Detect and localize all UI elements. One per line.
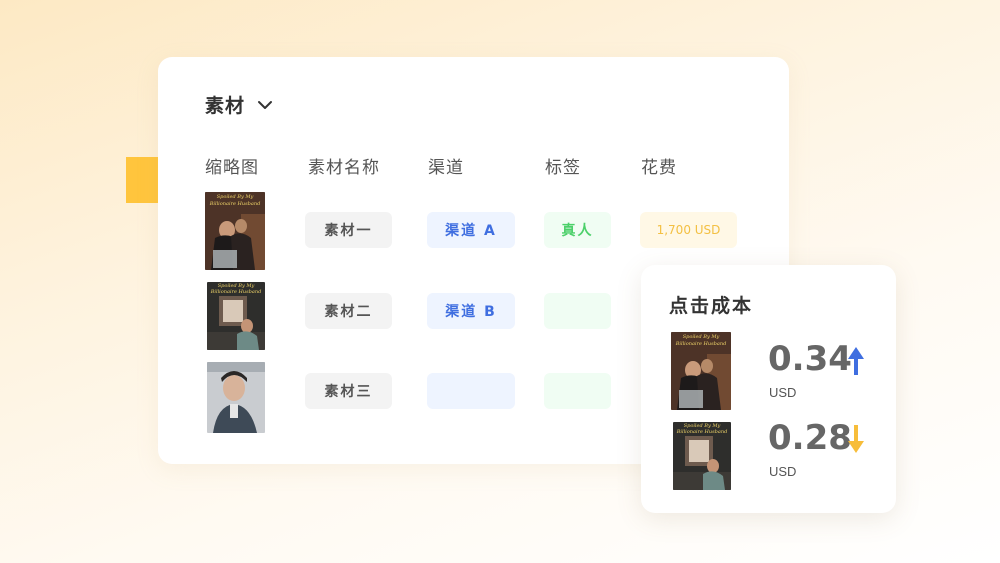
cost-unit: USD (769, 385, 797, 400)
channel-pill[interactable]: 渠道 A (427, 212, 515, 248)
thumbnail-image[interactable]: Spoiled By My Billionaire Husband (207, 282, 265, 350)
cost-value: 0.34 (768, 339, 852, 379)
column-header-tag: 标签 (545, 158, 581, 178)
arrow-up-icon (848, 347, 864, 375)
thumbnail-caption: Spoiled By My Billionaire Husband (210, 283, 262, 295)
column-header-name: 素材名称 (308, 158, 380, 178)
thumbnail-image[interactable] (207, 362, 265, 433)
material-name-pill[interactable]: 素材二 (305, 293, 392, 329)
thumbnail-caption: Spoiled By My Billionaire Husband (209, 194, 261, 207)
thumbnail-image[interactable]: Spoiled By My Billionaire Husband (673, 422, 731, 490)
thumbnail-caption: Spoiled By My Billionaire Husband (675, 334, 727, 347)
cost-pill: 1,700 USD (640, 212, 737, 248)
cost-card-title: 点击成本 (669, 295, 754, 317)
tag-pill[interactable]: 真人 (544, 212, 611, 248)
materials-dropdown[interactable]: 素材 (205, 91, 273, 118)
material-name-pill[interactable]: 素材三 (305, 373, 392, 409)
column-header-cost: 花费 (641, 158, 677, 178)
channel-pill[interactable]: 渠道 B (427, 293, 515, 329)
cost-unit: USD (769, 464, 797, 479)
column-header-thumbnail: 缩略图 (205, 158, 259, 178)
column-header-channel: 渠道 (428, 158, 464, 178)
thumbnail-image[interactable]: Spoiled By My Billionaire Husband (671, 332, 731, 410)
click-cost-card: 点击成本 Spoiled By My Billionaire Husband 0… (641, 265, 896, 513)
tag-pill[interactable] (544, 293, 611, 329)
thumbnail-image[interactable]: Spoiled By My Billionaire Husband (205, 192, 265, 270)
card-title: 素材 (205, 95, 246, 117)
channel-pill[interactable] (427, 373, 515, 409)
chevron-down-icon (258, 100, 273, 109)
material-name-pill[interactable]: 素材一 (305, 212, 392, 248)
arrow-down-icon (848, 425, 864, 453)
thumbnail-caption: Spoiled By My Billionaire Husband (676, 423, 728, 435)
tag-pill[interactable] (544, 373, 611, 409)
cost-value: 0.28 (768, 418, 852, 458)
